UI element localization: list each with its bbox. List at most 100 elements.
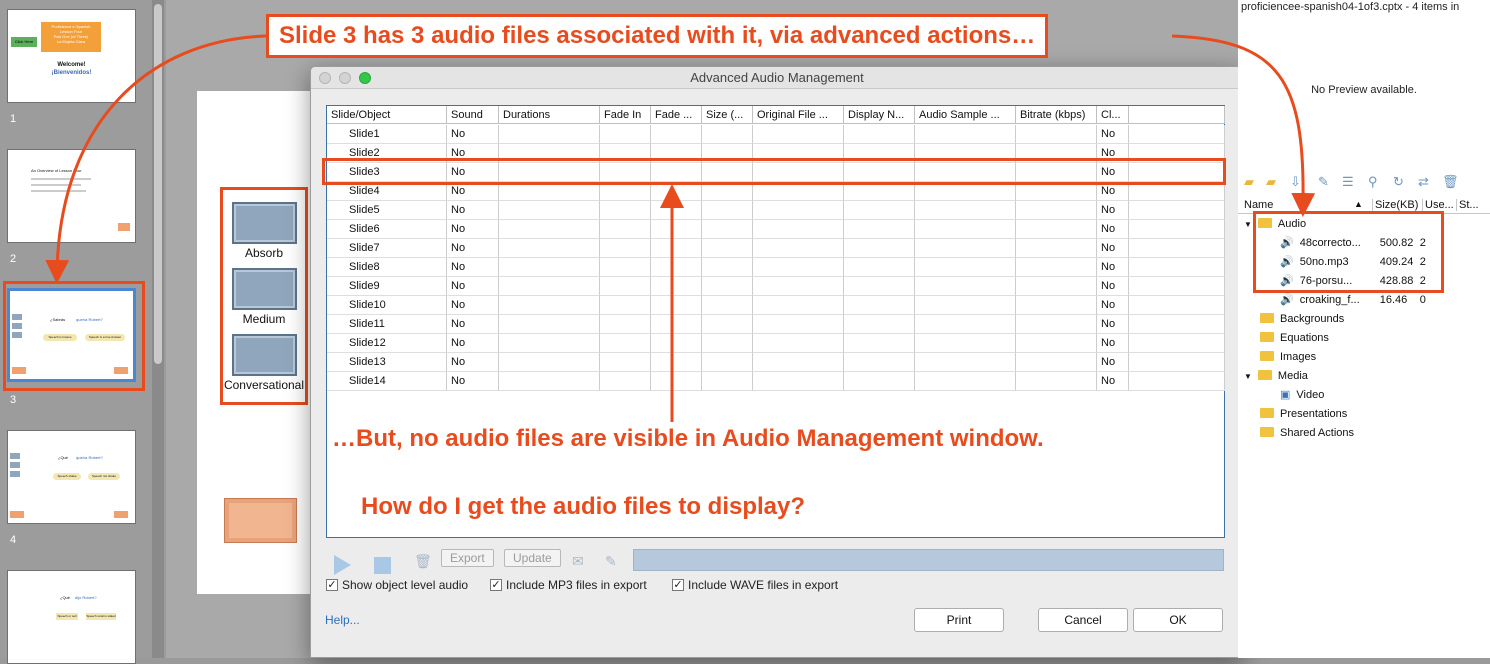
expand-icon[interactable]: ▼ bbox=[1244, 372, 1252, 381]
folder-label: Media bbox=[1277, 370, 1308, 382]
table-cell bbox=[915, 220, 1016, 239]
use-column[interactable]: Use... bbox=[1422, 199, 1454, 211]
include-mp3-checkbox[interactable]: ✓ Include MP3 files in export bbox=[490, 578, 647, 592]
zoom-window-button[interactable] bbox=[359, 72, 371, 84]
checkbox-box[interactable]: ✓ bbox=[672, 579, 684, 591]
column-header[interactable]: Cl... bbox=[1097, 106, 1129, 124]
table-cell bbox=[651, 372, 702, 391]
tree-item-images[interactable]: Images bbox=[1260, 348, 1316, 367]
properties-icon[interactable]: ☰ bbox=[1342, 174, 1354, 190]
table-cell bbox=[753, 334, 844, 353]
delete-icon[interactable]: 🗑 bbox=[1442, 174, 1459, 190]
table-row[interactable]: Slide14 No No bbox=[327, 372, 1225, 391]
expand-icon[interactable]: ▼ bbox=[1244, 220, 1252, 229]
tree-item-equations[interactable]: Equations bbox=[1260, 329, 1329, 348]
table-cell bbox=[844, 125, 915, 144]
status-column[interactable]: St... bbox=[1456, 199, 1479, 211]
include-wave-checkbox[interactable]: ✓ Include WAVE files in export bbox=[672, 578, 838, 592]
tree-item-presentations[interactable]: Presentations bbox=[1260, 405, 1347, 424]
minimize-window-button[interactable] bbox=[339, 72, 351, 84]
edit-icon[interactable]: ✎ bbox=[1318, 174, 1329, 190]
table-row[interactable]: Slide10 No No bbox=[327, 296, 1225, 315]
column-header[interactable]: Fade In bbox=[600, 106, 651, 124]
slide-thumbnail-5[interactable]: ¿Qué dijo Robert? Speech or sell Speech … bbox=[7, 570, 136, 664]
import-icon[interactable]: ▰ bbox=[1266, 174, 1276, 190]
sort-arrow-icon[interactable]: ▲ bbox=[1354, 199, 1363, 209]
table-row[interactable]: Slide7 No No bbox=[327, 239, 1225, 258]
help-link[interactable]: Help... bbox=[325, 613, 360, 627]
column-header[interactable]: Size (... bbox=[702, 106, 753, 124]
folder-icon[interactable]: ▰ bbox=[1244, 174, 1254, 190]
column-header[interactable]: Original File ... bbox=[753, 106, 844, 124]
table-cell: No bbox=[1097, 125, 1129, 144]
table-cell bbox=[702, 258, 753, 277]
close-window-button[interactable] bbox=[319, 72, 331, 84]
tree-item-backgrounds[interactable]: Backgrounds bbox=[1260, 310, 1344, 329]
table-row[interactable]: Slide6 No No bbox=[327, 220, 1225, 239]
column-header[interactable]: Audio Sample ... bbox=[915, 106, 1016, 124]
preview-message: No Preview available. bbox=[1311, 84, 1417, 96]
print-button[interactable]: Print bbox=[914, 608, 1004, 632]
mail-icon[interactable]: ✉ bbox=[572, 553, 584, 570]
column-header[interactable]: Display N... bbox=[844, 106, 915, 124]
table-cell bbox=[753, 125, 844, 144]
tree-item-media[interactable]: ▼ Media bbox=[1244, 367, 1308, 386]
table-cell bbox=[499, 277, 600, 296]
table-row[interactable]: Slide12 No No bbox=[327, 334, 1225, 353]
slide-thumbnail-4[interactable]: ¿Qué quería Robert? Speech shake Speech … bbox=[7, 430, 136, 524]
table-row[interactable]: Slide1 No No bbox=[327, 125, 1225, 144]
tree-item-video[interactable]: ▣ Video bbox=[1280, 386, 1324, 405]
size-column[interactable]: Size(KB) bbox=[1372, 199, 1418, 211]
column-header[interactable]: Sound bbox=[447, 106, 499, 124]
table-row[interactable]: Slide13 No No bbox=[327, 353, 1225, 372]
play-icon[interactable] bbox=[334, 555, 351, 575]
usage-icon[interactable]: ⇄ bbox=[1418, 174, 1429, 190]
slide2-heading: An Overview of Lesson Four bbox=[31, 168, 82, 173]
column-header[interactable]: Bitrate (kbps) bbox=[1016, 106, 1097, 124]
filmstrip-scroll-thumb[interactable] bbox=[154, 4, 162, 364]
slide4-option: Speech shake bbox=[53, 473, 81, 480]
ok-button[interactable]: OK bbox=[1133, 608, 1223, 632]
library-toolbar: ▰ ▰ ⇩ ✎ ☰ ⚲ ↻ ⇄ 🗑 bbox=[1238, 172, 1490, 194]
tree-item-shared-actions[interactable]: Shared Actions bbox=[1260, 424, 1354, 443]
column-header[interactable]: Slide/Object bbox=[327, 106, 447, 124]
table-cell bbox=[499, 258, 600, 277]
back-nav-button[interactable] bbox=[224, 498, 297, 543]
table-cell bbox=[702, 372, 753, 391]
slide-thumbnail-1[interactable]: Proficience e-Spanish Lesson Four Part O… bbox=[7, 9, 136, 103]
table-row[interactable]: Slide5 No No bbox=[327, 201, 1225, 220]
stop-icon[interactable] bbox=[374, 557, 391, 574]
table-cell bbox=[600, 277, 651, 296]
audio-file-row[interactable]: 🔊 croaking_f... 16.46 0 bbox=[1280, 291, 1426, 310]
refresh-icon[interactable]: ↻ bbox=[1393, 174, 1404, 190]
annotation-middle: …But, no audio files are visible in Audi… bbox=[332, 425, 1044, 452]
table-row[interactable]: Slide8 No No bbox=[327, 258, 1225, 277]
checkbox-box[interactable]: ✓ bbox=[326, 579, 338, 591]
checkbox-box[interactable]: ✓ bbox=[490, 579, 502, 591]
table-row[interactable]: Slide9 No No bbox=[327, 277, 1225, 296]
export-button[interactable]: Export bbox=[441, 549, 494, 567]
column-header[interactable]: Fade ... bbox=[651, 106, 702, 124]
table-cell bbox=[651, 315, 702, 334]
folder-icon bbox=[1257, 370, 1272, 380]
folder-label: Images bbox=[1280, 351, 1317, 363]
column-header[interactable]: Durations bbox=[499, 106, 600, 124]
slide4-question-right: quería Robert? bbox=[76, 455, 103, 460]
table-row[interactable]: Slide11 No No bbox=[327, 315, 1225, 334]
show-object-level-audio-checkbox[interactable]: ✓ Show object level audio bbox=[326, 578, 468, 592]
trash-icon[interactable]: 🗑 bbox=[414, 553, 432, 570]
column-header[interactable] bbox=[1129, 106, 1225, 124]
folder-icon bbox=[1260, 408, 1274, 418]
table-cell bbox=[1129, 353, 1225, 372]
slide-thumbnail-2[interactable]: An Overview of Lesson Four bbox=[7, 149, 136, 243]
pencil-icon[interactable]: ✎ bbox=[605, 553, 617, 570]
dialog-title: Advanced Audio Management bbox=[690, 70, 864, 85]
link-icon[interactable]: ⚲ bbox=[1368, 174, 1378, 190]
filmstrip-scrollbar[interactable] bbox=[152, 0, 164, 658]
cancel-button[interactable]: Cancel bbox=[1038, 608, 1128, 632]
table-cell bbox=[702, 315, 753, 334]
name-column[interactable]: Name bbox=[1244, 199, 1273, 211]
update-button[interactable]: Update bbox=[504, 549, 561, 567]
export-icon[interactable]: ⇩ bbox=[1290, 174, 1301, 190]
table-cell: No bbox=[447, 353, 499, 372]
